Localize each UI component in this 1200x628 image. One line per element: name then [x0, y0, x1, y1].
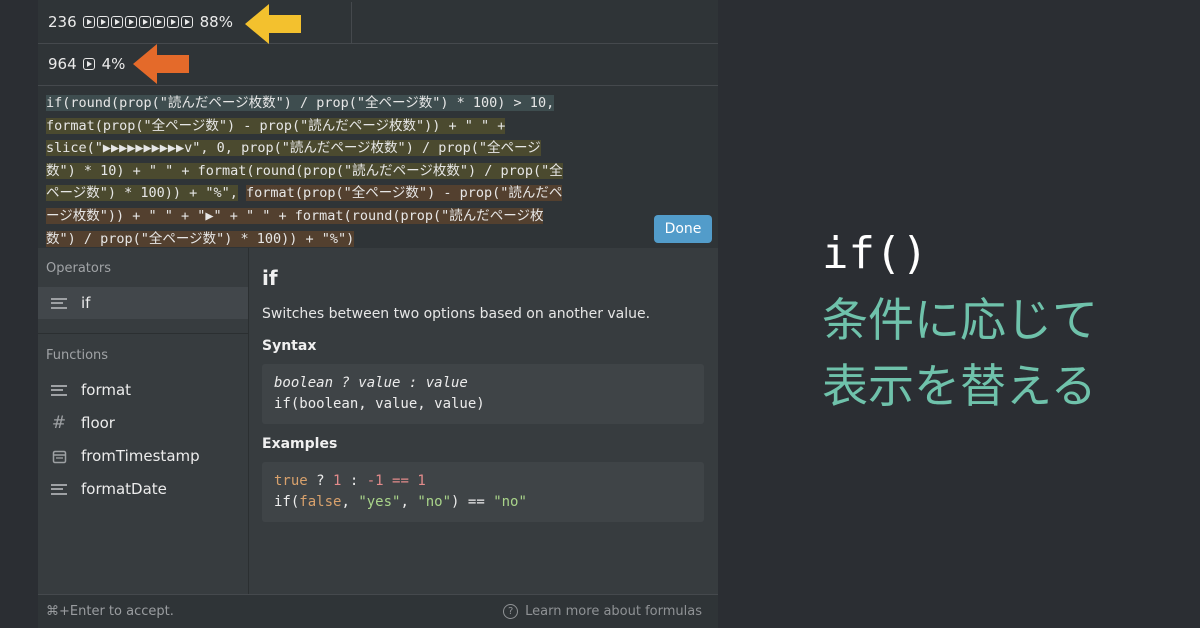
progress-percent: 4%	[101, 55, 126, 73]
sidebar-item-label: if	[81, 294, 91, 312]
formula-false-branch: ージ枚数")) + " " + "▶" + " " + format(round…	[46, 207, 544, 224]
done-button[interactable]: Done	[654, 215, 712, 243]
learn-more-link[interactable]: ? Learn more about formulas	[503, 604, 702, 619]
arrow-left-icon	[245, 4, 301, 44]
progress-cell[interactable]: 236 88%	[38, 2, 352, 43]
syntax-box: boolean ? value : value if(boolean, valu…	[262, 364, 704, 424]
play-box-icon	[82, 16, 95, 28]
doc-description: Switches between two options based on an…	[262, 306, 651, 322]
formula-reference: Operators if Functions format # floor fr…	[38, 248, 718, 594]
play-box-icon	[166, 16, 179, 28]
page-count: 964	[48, 55, 77, 73]
play-box-icon	[124, 16, 137, 28]
sidebar-item-if[interactable]: if	[38, 287, 248, 319]
sidebar-item-fromtimestamp[interactable]: fromTimestamp	[38, 440, 248, 472]
sidebar-item-format[interactable]: format	[38, 374, 248, 406]
formula-true-branch: format(prop("全ページ数") - prop("読んだページ枚数"))…	[46, 117, 506, 134]
divider	[38, 333, 248, 334]
example-line: true ? 1 : -1 == 1	[274, 473, 426, 489]
progress-icons	[82, 16, 194, 28]
play-box-icon	[138, 16, 151, 28]
sidebar-item-label: floor	[81, 414, 115, 432]
help-icon: ?	[503, 604, 519, 619]
formula-true-branch: 数") * 10) + " " + format(round(prop("読んだ…	[46, 162, 563, 179]
text-lines-icon	[50, 383, 68, 397]
hash-icon: #	[51, 413, 67, 433]
formula-false-branch: 数") / prop("全ページ数") * 100)) + "%")	[46, 230, 355, 247]
caption-line: 条件に応じて	[822, 293, 1098, 347]
example-line: if(false, "yes", "no") == "no"	[274, 494, 527, 510]
sidebar-item-label: fromTimestamp	[81, 447, 200, 465]
arrow-left-icon	[133, 44, 189, 84]
caption-code: if()	[822, 228, 928, 279]
operators-heading: Operators	[46, 261, 111, 276]
page-count: 236	[48, 13, 77, 31]
play-box-icon	[110, 16, 123, 28]
sidebar-item-floor[interactable]: # floor	[38, 407, 248, 439]
play-box-icon	[152, 16, 165, 28]
syntax-line: boolean ? value : value	[274, 375, 468, 391]
play-box-icon	[82, 58, 95, 70]
formula-panel: 236 88% 964 4% if(round(prop("読んだページ枚数")…	[38, 0, 718, 628]
doc-title: if	[262, 266, 278, 290]
progress-cell[interactable]: 964 4%	[38, 44, 352, 85]
play-box-icon	[180, 16, 193, 28]
table-row: 236 88%	[38, 2, 718, 44]
formula-true-branch: slice("▶▶▶▶▶▶▶▶▶▶v", 0, prop("読んだページ枚数")…	[46, 140, 541, 157]
text-lines-icon	[50, 296, 68, 310]
formula-footer: ⌘+Enter to accept. ? Learn more about fo…	[38, 594, 718, 628]
formula-condition: if(round(prop("読んだページ枚数") / prop("全ページ数"…	[46, 95, 555, 111]
formula-true-branch: ページ数") * 100)) + "%",	[46, 185, 238, 202]
accept-hint: ⌘+Enter to accept.	[46, 604, 174, 619]
syntax-line: if(boolean, value, value)	[274, 396, 485, 412]
formula-false-branch: format(prop("全ページ数") - prop("読んだペ	[246, 185, 563, 202]
formula-editor[interactable]: if(round(prop("読んだページ枚数") / prop("全ページ数"…	[38, 86, 718, 248]
sidebar-item-label: formatDate	[81, 480, 167, 498]
caption-line: 表示を替える	[822, 359, 1097, 413]
functions-heading: Functions	[46, 348, 109, 363]
progress-percent: 88%	[199, 13, 233, 31]
learn-more-label: Learn more about formulas	[525, 604, 702, 619]
calendar-icon	[50, 449, 68, 463]
examples-box: true ? 1 : -1 == 1 if(false, "yes", "no"…	[262, 462, 704, 522]
sidebar-item-label: format	[81, 381, 132, 399]
function-sidebar: Operators if Functions format # floor fr…	[38, 248, 249, 594]
examples-heading: Examples	[262, 436, 338, 452]
formula-code[interactable]: if(round(prop("読んだページ枚数") / prop("全ページ数"…	[46, 92, 656, 250]
syntax-heading: Syntax	[262, 338, 317, 354]
sidebar-item-formatdate[interactable]: formatDate	[38, 473, 248, 505]
text-lines-icon	[50, 482, 68, 496]
play-box-icon	[96, 16, 109, 28]
